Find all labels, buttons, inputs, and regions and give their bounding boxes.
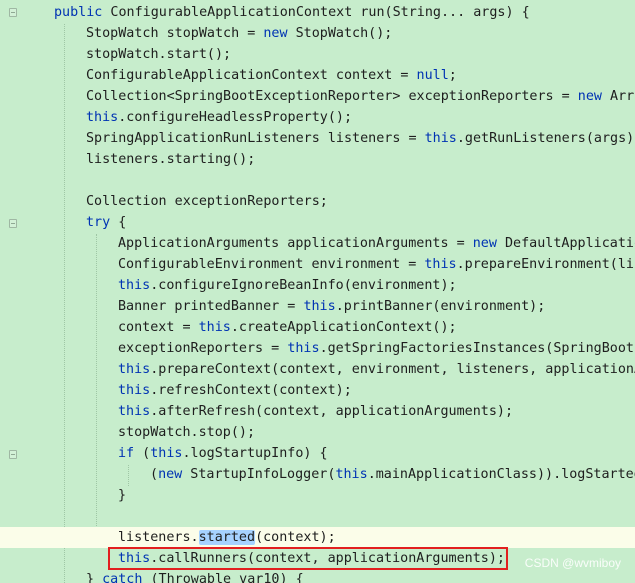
code-token: ConfigurableApplicationContext context = — [86, 68, 417, 83]
code-token: ApplicationArguments applicationArgument… — [118, 236, 473, 251]
code-line[interactable] — [0, 170, 635, 191]
code-token: stopWatch.start(); — [86, 47, 232, 62]
code-line[interactable]: if (this.logStartupInfo) { — [0, 443, 635, 464]
code-line[interactable]: Collection exceptionReporters; — [0, 191, 635, 212]
code-keyword: new — [263, 26, 288, 41]
code-token: Collection exceptionReporters; — [86, 194, 328, 209]
code-token: StartupInfoLogger( — [182, 467, 336, 482]
code-keyword: new — [158, 467, 183, 482]
code-token: .logStartupInfo) { — [182, 446, 328, 461]
code-line[interactable]: } — [0, 485, 635, 506]
code-keyword: this — [150, 446, 183, 461]
code-token: .prepareEnvironment(lis — [456, 257, 635, 272]
code-keyword: this — [198, 320, 231, 335]
code-line[interactable]: public ConfigurableApplicationContext ru… — [0, 2, 635, 23]
code-keyword: if — [118, 446, 135, 461]
code-token: .getSpringFactoriesInstances(SpringBootE — [319, 341, 635, 356]
code-line[interactable]: exceptionReporters = this.getSpringFacto… — [0, 338, 635, 359]
code-token: .configureHeadlessProperty(); — [118, 110, 353, 125]
code-line[interactable]: Collection<SpringBootExceptionReporter> … — [0, 86, 635, 107]
code-keyword: this — [118, 362, 151, 377]
code-keyword: new — [577, 89, 602, 104]
code-line[interactable]: context = this.createApplicationContext(… — [0, 317, 635, 338]
code-token: .printBanner(environment); — [335, 299, 546, 314]
code-token: ConfigurableApplicationContext run(Strin… — [102, 5, 530, 20]
code-keyword: new — [472, 236, 497, 251]
code-token: stopWatch.stop(); — [118, 425, 256, 440]
code-token: } — [118, 488, 127, 503]
code-line[interactable]: (new StartupInfoLogger(this.mainApplicat… — [0, 464, 635, 485]
code-line[interactable]: } catch (Throwable var10) { — [0, 569, 635, 583]
code-token: .getRunListeners(args); — [456, 131, 635, 146]
code-line[interactable]: this.refreshContext(context); — [0, 380, 635, 401]
code-token: (context); — [255, 530, 336, 545]
code-token: StopWatch(); — [287, 26, 393, 41]
code-line[interactable]: listeners.starting(); — [0, 149, 635, 170]
code-token: ( — [134, 446, 151, 461]
code-editor[interactable]: public ConfigurableApplicationContext ru… — [0, 0, 635, 583]
code-token: } — [86, 572, 103, 583]
code-token: ConfigurableEnvironment environment = — [118, 257, 425, 272]
code-token: .createApplicationContext(); — [230, 320, 457, 335]
code-token: ( — [150, 467, 159, 482]
code-line[interactable]: this.configureHeadlessProperty(); — [0, 107, 635, 128]
code-token: ; — [448, 68, 457, 83]
code-keyword: try — [86, 215, 111, 230]
code-token: .mainApplicationClass)).logStarted — [367, 467, 635, 482]
code-token: .afterRefresh(context, applicationArgume… — [150, 404, 514, 419]
code-line[interactable]: this.prepareContext(context, environment… — [0, 359, 635, 380]
code-token: .prepareContext(context, environment, li… — [150, 362, 635, 377]
code-keyword: this — [287, 341, 320, 356]
code-token: Arra — [610, 89, 635, 104]
code-keyword: this — [118, 404, 151, 419]
code-token: (Throwable var10) { — [142, 572, 304, 583]
code-keyword: null — [416, 68, 449, 83]
code-token: listeners. — [118, 530, 199, 545]
code-line[interactable]: listeners.started(context); — [0, 527, 635, 548]
watermark: CSDN @wvmiboy — [524, 556, 621, 570]
code-keyword: catch — [102, 572, 143, 583]
highlight-box — [108, 547, 508, 570]
code-token: DefaultApplicatio — [496, 236, 635, 251]
code-token: { — [110, 215, 127, 230]
selected-token: started — [198, 530, 256, 545]
code-token: SpringApplicationRunListeners listeners … — [86, 131, 425, 146]
code-keyword: this — [424, 131, 457, 146]
code-keyword: this — [118, 383, 151, 398]
code-token: Banner printedBanner = — [118, 299, 304, 314]
code-line[interactable]: ApplicationArguments applicationArgument… — [0, 233, 635, 254]
code-line[interactable]: Banner printedBanner = this.printBanner(… — [0, 296, 635, 317]
code-keyword: this — [118, 278, 151, 293]
code-line[interactable]: try { — [0, 212, 635, 233]
code-token: context = — [118, 320, 199, 335]
code-token: StopWatch stopWatch = — [86, 26, 264, 41]
code-line[interactable]: this.configureIgnoreBeanInfo(environment… — [0, 275, 635, 296]
code-line[interactable] — [0, 506, 635, 527]
code-token: .configureIgnoreBeanInfo(environment); — [150, 278, 457, 293]
code-line[interactable]: ConfigurableApplicationContext context =… — [0, 65, 635, 86]
code-token: Collection<SpringBootExceptionReporter> … — [86, 89, 578, 104]
code-keyword: this — [424, 257, 457, 272]
code-keyword: this — [303, 299, 336, 314]
code-line[interactable]: stopWatch.start(); — [0, 44, 635, 65]
code-line[interactable]: StopWatch stopWatch = new StopWatch(); — [0, 23, 635, 44]
code-line[interactable]: SpringApplicationRunListeners listeners … — [0, 128, 635, 149]
code-line[interactable]: stopWatch.stop(); — [0, 422, 635, 443]
code-token: exceptionReporters = — [118, 341, 288, 356]
code-keyword: this — [86, 110, 119, 125]
code-keyword: public — [54, 5, 103, 20]
code-token: listeners.starting(); — [86, 152, 256, 167]
code-keyword: this — [335, 467, 368, 482]
code-line[interactable]: this.afterRefresh(context, applicationAr… — [0, 401, 635, 422]
code-token: .refreshContext(context); — [150, 383, 352, 398]
code-line[interactable]: ConfigurableEnvironment environment = th… — [0, 254, 635, 275]
